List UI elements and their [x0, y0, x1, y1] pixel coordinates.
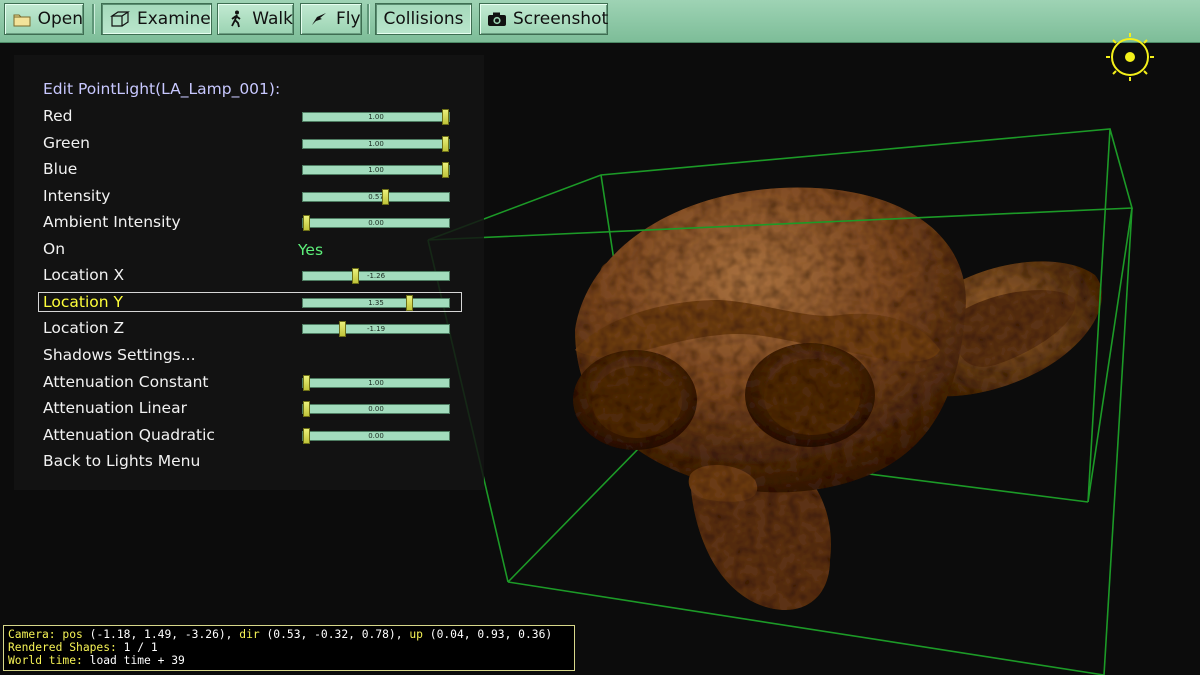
collisions-toggle[interactable]: Collisions [375, 3, 472, 35]
on-value[interactable]: Yes [298, 241, 323, 259]
world-time-line: World time: load time + 39 [8, 654, 570, 667]
ambient-intensity-slider-value: 0.00 [368, 219, 384, 227]
blue-slider-value: 1.00 [368, 166, 384, 174]
location-y-slider[interactable]: 1.35 [302, 295, 450, 311]
intensity-slider-value: 0.57 [368, 193, 384, 201]
red-slider[interactable]: 1.00 [302, 109, 450, 125]
collisions-label: Collisions [383, 9, 464, 29]
slider-thumb[interactable] [303, 375, 310, 391]
slider-thumb[interactable] [303, 428, 310, 444]
attenuation-constant-slider-value: 1.00 [368, 379, 384, 387]
location-z-slider[interactable]: -1.19 [302, 321, 450, 337]
menu-item-location-z[interactable]: Location Z [43, 319, 124, 337]
attenuation-constant-slider[interactable]: 1.00 [302, 375, 450, 391]
up-label: up [409, 628, 423, 641]
menu-item-attenuation-quadratic[interactable]: Attenuation Quadratic [43, 426, 215, 444]
screenshot-label: Screenshot [513, 9, 609, 29]
toolbar-separator [92, 4, 95, 34]
camera-label: Camera: [8, 628, 56, 641]
screenshot-button[interactable]: Screenshot [479, 3, 608, 35]
rendered-shapes-value: 1 / 1 [123, 641, 158, 654]
menu-item-attenuation-linear[interactable]: Attenuation Linear [43, 399, 187, 417]
camera-status-box: Camera: pos (-1.18, 1.49, -3.26), dir (0… [3, 625, 575, 671]
fly-button[interactable]: Fly [300, 3, 362, 35]
toolbar-separator [367, 4, 370, 34]
open-button[interactable]: Open [4, 3, 84, 35]
attenuation-linear-slider[interactable]: 0.00 [302, 401, 450, 417]
slider-thumb[interactable] [303, 401, 310, 417]
examine-button[interactable]: Examine [101, 3, 212, 35]
menu-item-green[interactable]: Green [43, 134, 90, 152]
menu-item-ambient-intensity[interactable]: Ambient Intensity [43, 213, 181, 231]
slider-thumb[interactable] [406, 295, 413, 311]
open-label: Open [37, 9, 83, 29]
examine-label: Examine [137, 9, 211, 29]
menu-item-location-x[interactable]: Location X [43, 266, 124, 284]
slider-thumb[interactable] [352, 268, 359, 284]
location-x-slider[interactable]: -1.26 [302, 268, 450, 284]
location-x-slider-value: -1.26 [366, 272, 386, 280]
sun-icon[interactable] [1100, 30, 1160, 90]
ambient-intensity-slider[interactable]: 0.00 [302, 215, 450, 231]
walk-button[interactable]: Walk [217, 3, 294, 35]
slider-thumb[interactable] [382, 189, 389, 205]
dir-value: (0.53, -0.32, 0.78), [266, 628, 403, 641]
pos-value: (-1.18, 1.49, -3.26), [89, 628, 233, 641]
menu-item-intensity[interactable]: Intensity [43, 187, 110, 205]
slider-thumb[interactable] [339, 321, 346, 337]
menu-item-red[interactable]: Red [43, 107, 72, 125]
menu-item-location-y[interactable]: Location Y [43, 293, 123, 311]
monkey-head-model [573, 187, 1103, 610]
up-value: (0.04, 0.93, 0.36) [429, 628, 553, 641]
menu-item-back-to-lights[interactable]: Back to Lights Menu [43, 452, 200, 470]
green-slider-value: 1.00 [368, 140, 384, 148]
blue-slider[interactable]: 1.00 [302, 162, 450, 178]
rendered-shapes-line: Rendered Shapes: 1 / 1 [8, 641, 570, 654]
menu-item-attenuation-constant[interactable]: Attenuation Constant [43, 373, 208, 391]
attenuation-quadratic-slider[interactable]: 0.00 [302, 428, 450, 444]
slider-thumb[interactable] [442, 162, 449, 178]
slider-thumb[interactable] [303, 215, 310, 231]
slider-thumb[interactable] [442, 136, 449, 152]
bird-icon [308, 8, 330, 30]
rendered-shapes-label: Rendered Shapes: [8, 641, 117, 654]
dir-label: dir [239, 628, 260, 641]
walking-person-icon [225, 8, 246, 30]
menu-title: Edit PointLight(LA_Lamp_001): [43, 80, 281, 98]
camera-line: Camera: pos (-1.18, 1.49, -3.26), dir (0… [8, 628, 570, 641]
pos-label: pos [62, 628, 83, 641]
folder-icon [12, 8, 32, 30]
attenuation-quadratic-slider-value: 0.00 [368, 432, 384, 440]
world-time-value: load time + 39 [89, 654, 185, 667]
cube-icon [109, 8, 131, 30]
green-slider[interactable]: 1.00 [302, 136, 450, 152]
walk-label: Walk [252, 9, 293, 29]
intensity-slider[interactable]: 0.57 [302, 189, 450, 205]
location-z-slider-value: -1.19 [366, 325, 386, 333]
location-y-slider-value: 1.35 [368, 299, 384, 307]
toolbar: Open Examine Walk Fly Collisions Screens… [0, 0, 1200, 43]
attenuation-linear-slider-value: 0.00 [368, 405, 384, 413]
menu-item-shadows-settings[interactable]: Shadows Settings... [43, 346, 196, 364]
red-slider-value: 1.00 [368, 113, 384, 121]
menu-item-blue[interactable]: Blue [43, 160, 77, 178]
slider-thumb[interactable] [442, 109, 449, 125]
world-time-label: World time: [8, 654, 83, 667]
menu-item-on[interactable]: On [43, 240, 65, 258]
fly-label: Fly [336, 9, 361, 29]
camera-icon [487, 8, 507, 30]
